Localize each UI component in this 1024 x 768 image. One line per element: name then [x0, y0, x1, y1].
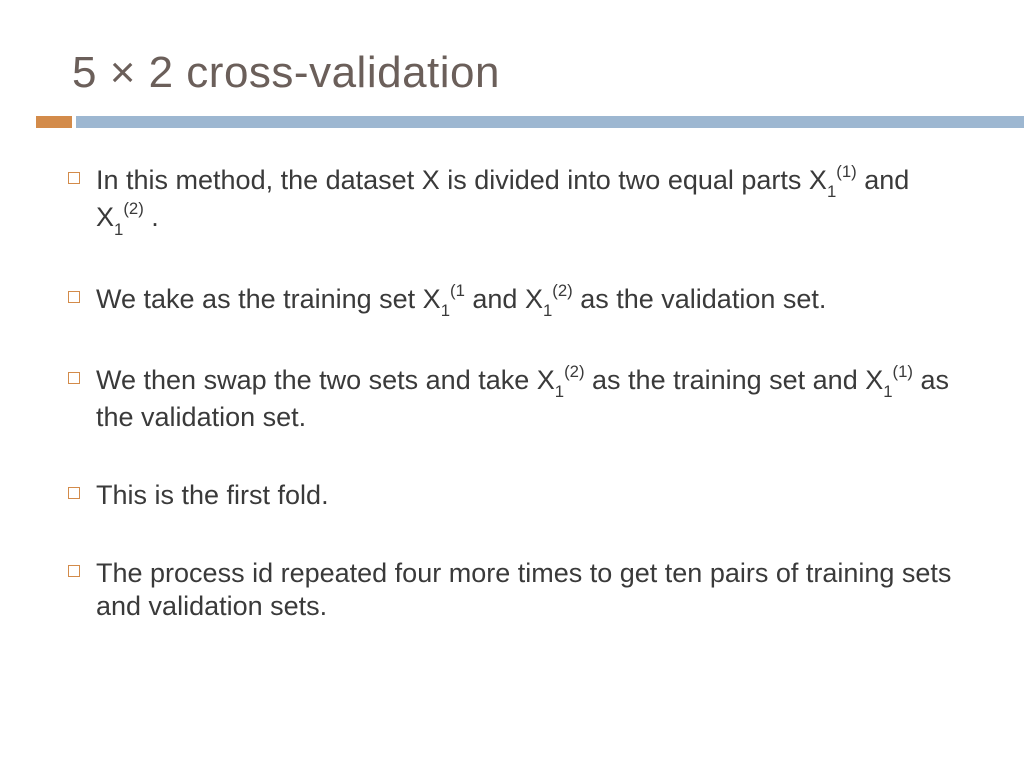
math-expr: 1(1	[441, 284, 465, 314]
math-expr: 1(1)	[883, 365, 913, 395]
text-fragment: We then swap the two sets and take X	[96, 365, 555, 395]
subscript: 1	[543, 301, 552, 320]
bullet-text: We then swap the two sets and take X1(2)…	[96, 365, 949, 432]
superscript: (1	[450, 281, 465, 300]
square-bullet-icon	[68, 172, 80, 184]
text-fragment: as the training set and X	[585, 365, 884, 395]
text-fragment: In this method, the dataset X is divided…	[96, 165, 827, 195]
bullet-item: This is the first fold.	[96, 479, 958, 513]
math-expr: 1(2)	[114, 202, 144, 232]
superscript: (2)	[564, 362, 584, 381]
math-expr: 1(2)	[555, 365, 585, 395]
math-expr: 1(1)	[827, 165, 857, 195]
divider-accent	[36, 116, 72, 128]
superscript: (1)	[836, 162, 856, 181]
superscript: (1)	[893, 362, 913, 381]
subscript: 1	[827, 182, 836, 201]
subscript: 1	[883, 382, 892, 401]
bullet-text: The process id repeated four more times …	[96, 558, 951, 622]
square-bullet-icon	[68, 487, 80, 499]
divider-bar	[76, 116, 1024, 128]
math-expr: 1(2)	[543, 284, 573, 314]
bullet-text: We take as the training set X1(1 and X1(…	[96, 284, 826, 314]
subscript: 1	[441, 301, 450, 320]
divider	[0, 116, 1024, 128]
text-fragment: We take as the training set X	[96, 284, 441, 314]
text-fragment: and X	[465, 284, 543, 314]
text-fragment: as the validation set.	[573, 284, 827, 314]
content-area: In this method, the dataset X is divided…	[0, 164, 1024, 624]
square-bullet-icon	[68, 565, 80, 577]
bullet-item: The process id repeated four more times …	[96, 557, 958, 625]
superscript: (2)	[552, 281, 572, 300]
subscript: 1	[555, 382, 564, 401]
square-bullet-icon	[68, 291, 80, 303]
bullet-item: We then swap the two sets and take X1(2)…	[96, 364, 958, 435]
square-bullet-icon	[68, 372, 80, 384]
bullet-item: In this method, the dataset X is divided…	[96, 164, 958, 239]
bullet-text: This is the first fold.	[96, 480, 329, 510]
superscript: (2)	[123, 199, 143, 218]
slide-title: 5 × 2 cross-validation	[0, 0, 1024, 116]
subscript: 1	[114, 220, 123, 239]
text-fragment: .	[144, 202, 159, 232]
slide: 5 × 2 cross-validation In this method, t…	[0, 0, 1024, 768]
bullet-text: In this method, the dataset X is divided…	[96, 165, 909, 232]
bullet-item: We take as the training set X1(1 and X1(…	[96, 283, 958, 320]
